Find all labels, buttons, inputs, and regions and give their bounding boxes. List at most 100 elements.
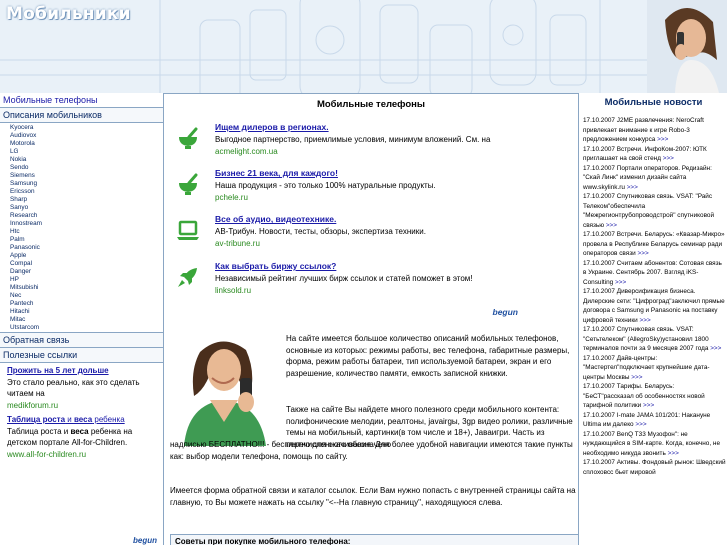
brand-link[interactable]: Sendo (10, 164, 163, 172)
news-item[interactable]: 17.10.2007 Диверсификация бизнеса. Дилер… (583, 287, 726, 325)
begun-logo[interactable]: begun (133, 536, 157, 545)
nav-item-useful-links[interactable]: Полезные ссылки (0, 348, 163, 363)
more-link[interactable]: >>> (627, 184, 638, 191)
news-title: Мобильные новости (604, 97, 703, 108)
ad-description: Независимый рейтинг лучших бирж ссылок и… (215, 274, 473, 283)
site-title[interactable]: Мобильники (6, 4, 131, 24)
more-link[interactable]: >>> (631, 374, 642, 381)
mortar-bowl-icon (179, 127, 198, 149)
more-link[interactable]: >>> (606, 222, 617, 229)
more-link[interactable]: >>> (657, 136, 668, 143)
ad-description: Выгодное партнерство, приемлимые условия… (215, 135, 491, 144)
news-item[interactable]: 17.10.2007 Считаем абонентов: Сотовая св… (583, 259, 726, 288)
nav-item-descriptions[interactable]: Описания мобильников (0, 108, 163, 123)
ad-headline-link[interactable]: Ищем дилеров в регионах. (215, 122, 565, 132)
brand-link[interactable]: HP (10, 276, 163, 284)
ad-url[interactable]: acmelight.com.ua (215, 147, 565, 156)
news-item[interactable]: 17.10.2007 I-mate JAMA 101/201: Накануне… (583, 411, 726, 430)
rocket-icon (178, 268, 197, 287)
brand-link[interactable]: Htc (10, 228, 163, 236)
brand-link[interactable]: LG (10, 148, 163, 156)
brand-link[interactable]: Sharp (10, 196, 163, 204)
brand-list: Kyocera Audiovox Motorola LG Nokia Sendo… (0, 123, 163, 333)
more-link[interactable]: >>> (635, 421, 646, 428)
brand-link[interactable]: Panasonic (10, 244, 163, 252)
woman-with-phone-photo (647, 0, 727, 93)
news-item[interactable]: 17.10.2007 Спутниковая связь. VSAT: "Рай… (583, 192, 726, 230)
intro-paragraph: На сайте имеется большое количество опис… (286, 334, 570, 378)
news-item[interactable]: 17.10.2007 Тарифы. Беларусь: "БеСТ"расск… (583, 382, 726, 411)
brand-link[interactable]: Mitac (10, 316, 163, 324)
site-header: Мобильники (0, 0, 727, 94)
ad-headline-link[interactable]: Как выбрать биржу ссылок? (215, 261, 565, 271)
main-content: Мобильные телефоны Ищем дилеров в регион… (164, 93, 578, 545)
brand-link[interactable]: Sanyo (10, 204, 163, 212)
brand-link[interactable]: Palm (10, 236, 163, 244)
ad-block: Бизнес 21 века, для каждого! Наша продук… (164, 168, 578, 212)
news-sidebar: Мобильные новости 17.10.2007 J2ME развле… (578, 93, 727, 545)
brand-link[interactable]: Ericsson (10, 188, 163, 196)
brand-link[interactable]: Hitachi (10, 308, 163, 316)
left-ad-text: Таблица роста и веса ребенка на детском … (7, 427, 133, 447)
more-link[interactable]: >>> (643, 402, 654, 409)
left-ad-growth-table: Таблица роста и веса ребенка Таблица рос… (0, 412, 163, 461)
ad-url[interactable]: pchele.ru (215, 193, 565, 202)
brand-link[interactable]: Mitsubishi (10, 284, 163, 292)
left-ad-text: Это стало реально, как это сделать читае… (7, 378, 140, 398)
ad-url[interactable]: av-tribune.ru (215, 239, 565, 248)
news-item[interactable]: 17.10.2007 Встречи. Беларусь: «Квазар-Ми… (583, 230, 726, 259)
more-link[interactable]: >>> (638, 250, 649, 257)
ad-url[interactable]: linksold.ru (215, 286, 565, 295)
begun-logo[interactable]: begun (493, 307, 519, 317)
left-ad-url[interactable]: medikforum.ru (7, 401, 156, 410)
tips-heading: Советы при покупке мобильного телефона: (170, 534, 578, 545)
page-title: Мобильные телефоны (316, 99, 426, 110)
more-link[interactable]: >>> (640, 317, 651, 324)
news-item[interactable]: 17.10.2007 BenQ T33 Myзофон": не нуждающ… (583, 430, 726, 459)
ad-headline-link[interactable]: Бизнес 21 века, для каждого! (215, 168, 565, 178)
more-link[interactable]: >>> (615, 279, 626, 286)
left-ad-title[interactable]: Таблица роста и веса ребенка (7, 415, 156, 424)
brand-link[interactable]: Nec (10, 292, 163, 300)
ad-headline-link[interactable]: Все об аудио, видеотехнике. (215, 214, 565, 224)
news-item[interactable]: 17.10.2007 Спутниковая связь. VSAT: "Сет… (583, 325, 726, 354)
left-ad-title[interactable]: Прожить на 5 лет дольше (7, 366, 156, 375)
woman-with-phone-photo (170, 334, 274, 446)
brand-link[interactable]: Siemens (10, 172, 163, 180)
brand-link[interactable]: Research (10, 212, 163, 220)
laptop-icon (177, 220, 199, 240)
nav-item-feedback[interactable]: Обратная связь (0, 333, 163, 348)
ad-description: Наша продукция - это только 100% натурал… (215, 181, 436, 190)
brand-link[interactable]: Samsung (10, 180, 163, 188)
news-item[interactable]: 17.10.2007 J2ME развлечения: NeroCraft п… (583, 116, 726, 145)
brand-link[interactable]: Pantech (10, 300, 163, 308)
brand-link[interactable]: Nokia (10, 156, 163, 164)
left-ad-url[interactable]: www.all-for-children.ru (7, 450, 156, 459)
news-item[interactable]: 17.10.2007 Дайв-центры: "Мастертел"подкл… (583, 354, 726, 383)
mortar-bowl-icon (179, 173, 198, 195)
brand-link[interactable]: Motorola (10, 140, 163, 148)
more-link[interactable]: >>> (710, 345, 721, 352)
feedback-paragraph: Имеется форма обратной связи и каталог с… (170, 486, 576, 507)
ad-block: Ищем дилеров в регионах. Выгодное партне… (164, 122, 578, 166)
news-item[interactable]: 17.10.2007 Портали операторов. Редизайн:… (583, 164, 726, 193)
ad-block: Все об аудио, видеотехнике. АВ-Трибун. Н… (164, 214, 578, 258)
news-item[interactable]: 17.10.2007 Встречи. ИнфоКом-2007: ЮТК пр… (583, 145, 726, 164)
more-link[interactable]: >>> (663, 155, 674, 162)
news-item[interactable]: 17.10.2007 Активы. Фондовый рынок: Шведс… (583, 458, 726, 477)
brand-link[interactable]: Audiovox (10, 132, 163, 140)
brand-link[interactable]: Apple (10, 252, 163, 260)
left-ad-longevity: Прожить на 5 лет дольше Это стало реальн… (0, 363, 163, 412)
news-list: 17.10.2007 J2ME развлечения: NeroCraft п… (579, 108, 727, 477)
brand-link[interactable]: Innostream (10, 220, 163, 228)
nav-item-mobile-phones[interactable]: Мобильные телефоны (0, 93, 163, 108)
left-sidebar: Мобильные телефоны Описания мобильников … (0, 93, 164, 545)
brand-link[interactable]: Compal (10, 260, 163, 268)
brand-link[interactable]: Utstarcom (10, 324, 163, 332)
ad-description: АВ-Трибун. Новости, тесты, обзоры, экспе… (215, 227, 426, 236)
brand-link[interactable]: Kyocera (10, 124, 163, 132)
more-link[interactable]: >>> (668, 450, 679, 457)
content-paragraph-continued: надписью БЕСПЛАТНО!!! - бесплатно для ск… (170, 440, 573, 461)
brand-link[interactable]: Danger (10, 268, 163, 276)
ad-block: Как выбрать биржу ссылок? Независимый ре… (164, 261, 578, 305)
